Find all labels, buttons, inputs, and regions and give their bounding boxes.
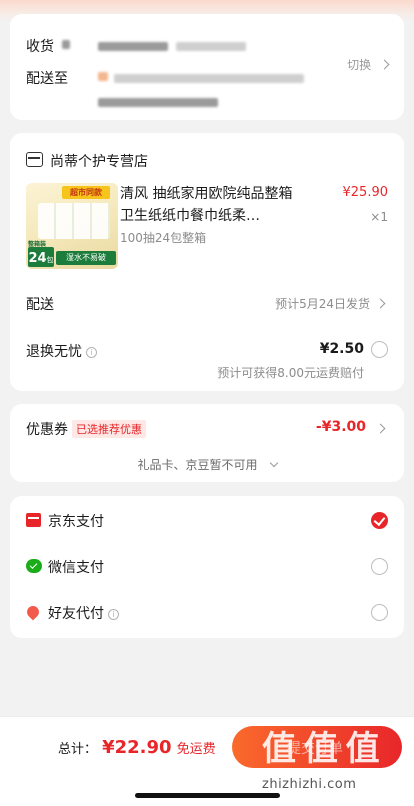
payment-label: 京东支付 xyxy=(48,514,104,530)
receiver-label: 收货 xyxy=(26,39,54,55)
thumb-top-badge: 超市同款 xyxy=(62,186,110,199)
watermark-logo: 值 值 值 xyxy=(262,729,408,773)
product-spec: 100抽24包整箱 xyxy=(120,231,207,245)
coupon-card: 优惠券 已选推荐优惠 -¥3.00 礼品卡、京豆暂不可用 xyxy=(10,404,404,482)
return-insurance-row: 退换无忧 i ¥2.50 预计可获得8.00元运费赔付 xyxy=(10,333,404,383)
home-indicator xyxy=(135,793,280,798)
wechat-pay-icon xyxy=(26,559,42,573)
payment-label: 微信支付 xyxy=(48,560,104,576)
payment-label-friend: 好友代付 i xyxy=(48,603,119,623)
product-price: ¥25.90 xyxy=(342,185,389,200)
total-label: 总计： xyxy=(58,742,98,757)
free-shipping-label: 免运费 xyxy=(176,742,216,757)
return-insurance-text: 退换无忧 xyxy=(26,344,82,360)
address-tag-blurred xyxy=(98,72,108,81)
info-icon[interactable]: i xyxy=(108,608,119,620)
thumb-bottom-badge: 湿水不易破 xyxy=(56,251,116,265)
store-name: 尚蒂个护专营店 xyxy=(50,154,148,170)
jd-pay-icon xyxy=(26,513,41,527)
product-title[interactable]: 清风 抽纸家用欧院纯品整箱卫生纸纸巾餐巾纸柔… xyxy=(120,183,298,227)
order-card: 尚蒂个护专营店 超市同款 整箱装 24包 湿水不易破 清风 抽纸家用欧院纯品整箱… xyxy=(10,133,404,391)
watermark-text: 值 值 值 xyxy=(262,729,380,769)
gift-card-row[interactable]: 礼品卡、京豆暂不可用 xyxy=(10,454,404,474)
product-quantity: ×1 xyxy=(370,210,388,224)
receiver-phone-blurred xyxy=(98,42,168,51)
chevron-right-icon xyxy=(375,423,386,434)
info-icon[interactable]: i xyxy=(86,346,97,358)
watermark-url: zhizhizhi.com xyxy=(262,777,357,792)
payment-radio[interactable] xyxy=(371,604,388,621)
address-line1-blurred xyxy=(114,74,304,83)
friend-pay-icon xyxy=(24,603,42,621)
payment-option-friend[interactable]: 好友代付 i xyxy=(10,590,404,636)
store-icon xyxy=(26,152,43,167)
total-line: 总计： ¥22.90 免运费 xyxy=(58,737,216,758)
switch-label: 切换 xyxy=(347,58,372,72)
thumb-count-unit: 包 xyxy=(46,256,54,264)
coupon-label: 优惠券 xyxy=(26,422,68,438)
return-insurance-price: ¥2.50 xyxy=(319,341,364,357)
total-amount: ¥22.90 xyxy=(102,737,172,758)
chevron-right-icon xyxy=(379,59,390,70)
deliver-to-label: 配送至 xyxy=(26,71,68,87)
coupon-tag: 已选推荐优惠 xyxy=(72,420,146,438)
delivery-label: 配送 xyxy=(26,297,54,313)
coupon-row[interactable]: 优惠券 已选推荐优惠 -¥3.00 xyxy=(10,414,404,442)
chevron-right-icon xyxy=(375,298,386,309)
return-insurance-label: 退换无忧 i xyxy=(26,341,97,361)
payment-radio[interactable] xyxy=(371,558,388,575)
receiver-extra-blurred xyxy=(176,42,246,51)
payment-card: 京东支付 微信支付 好友代付 i xyxy=(10,496,404,638)
return-insurance-note: 预计可获得8.00元运费赔付 xyxy=(217,366,364,380)
thumb-product-boxes xyxy=(38,203,110,239)
product-thumbnail[interactable]: 超市同款 整箱装 24包 湿水不易破 xyxy=(26,183,118,269)
delivery-row[interactable]: 配送 预计5月24日发货 xyxy=(10,285,404,321)
gift-card-text: 礼品卡、京豆暂不可用 xyxy=(137,458,258,472)
coupon-value: -¥3.00 xyxy=(315,419,366,435)
return-insurance-radio[interactable] xyxy=(371,341,388,358)
switch-address-link[interactable]: 切换 xyxy=(347,56,390,73)
payment-option-jd[interactable]: 京东支付 xyxy=(10,498,404,544)
receiver-name-blurred xyxy=(62,40,70,49)
delivery-value: 预计5月24日发货 xyxy=(275,297,370,311)
payment-radio-selected[interactable] xyxy=(371,512,388,529)
address-line2-blurred xyxy=(98,98,218,107)
chevron-down-icon xyxy=(269,458,278,468)
thumb-count-badge: 24包 xyxy=(28,247,54,267)
payment-option-wechat[interactable]: 微信支付 xyxy=(10,544,404,590)
address-card[interactable]: 收货 配送至 切换 xyxy=(10,14,404,120)
thumb-count: 24 xyxy=(28,251,47,266)
payment-label: 好友代付 xyxy=(48,606,104,622)
